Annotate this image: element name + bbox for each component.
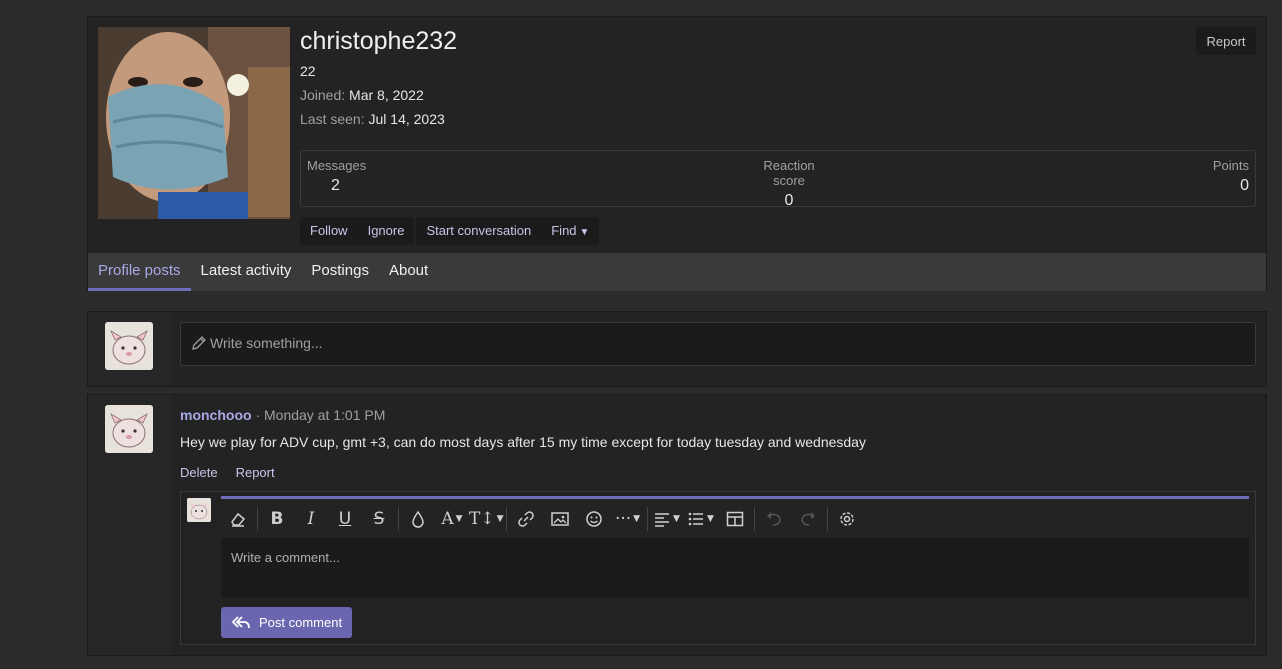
- toolbar-separator: [398, 507, 399, 531]
- profile-card: christophe232 22 Joined: Mar 8, 2022 Las…: [87, 16, 1267, 291]
- write-something-input[interactable]: Write something...: [180, 322, 1256, 366]
- start-conversation-button[interactable]: Start conversation: [416, 217, 541, 245]
- post-author-link[interactable]: monchooo: [180, 407, 252, 423]
- comment-editor: B I U S A ▼ T↕ ▼ ··· ▼ ▼ ▼ Write a comme…: [221, 496, 1249, 598]
- post-body: Hey we play for ADV cup, gmt +3, can do …: [180, 434, 866, 450]
- post-author-avatar[interactable]: [105, 405, 153, 453]
- stat-messages-value[interactable]: 2: [307, 177, 366, 195]
- toolbar-separator: [646, 507, 648, 531]
- tab-about[interactable]: About: [379, 253, 438, 291]
- post-comment-label: Post comment: [259, 615, 343, 630]
- redo-icon[interactable]: [791, 501, 825, 537]
- stat-messages-label: Messages: [307, 158, 367, 173]
- list-icon[interactable]: ▼: [684, 501, 718, 537]
- profile-joined: Joined: Mar 8, 2022: [300, 87, 424, 103]
- profile-avatar[interactable]: [98, 27, 290, 219]
- conversation-find-group: Start conversation Find ▼: [416, 217, 600, 245]
- table-icon[interactable]: [718, 501, 752, 537]
- profile-actions: Follow Ignore Start conversation Find ▼: [300, 217, 600, 245]
- current-user-avatar[interactable]: [105, 322, 153, 370]
- stat-reaction-label: Reaction score: [763, 158, 815, 188]
- bold-icon[interactable]: B: [260, 501, 294, 537]
- stat-reaction-value: 0: [784, 192, 794, 209]
- post-header: monchooo · Monday at 1:01 PM: [180, 407, 385, 423]
- gear-icon[interactable]: [830, 501, 864, 537]
- profile-tabs: Profile posts Latest activity Postings A…: [88, 253, 1266, 291]
- more-options-icon[interactable]: ··· ▼: [611, 501, 645, 537]
- tab-latest-activity[interactable]: Latest activity: [191, 253, 302, 291]
- delete-post-link[interactable]: Delete: [180, 465, 218, 480]
- align-icon[interactable]: ▼: [650, 501, 684, 537]
- profile-post: monchooo · Monday at 1:01 PM Hey we play…: [87, 394, 1267, 656]
- comment-form: B I U S A ▼ T↕ ▼ ··· ▼ ▼ ▼ Write a comme…: [180, 491, 1256, 645]
- pencil-icon: [192, 336, 206, 350]
- profile-stats: Messages 2 Reaction score 0 Points 0: [300, 150, 1256, 210]
- link-icon[interactable]: [509, 501, 543, 537]
- report-profile-button[interactable]: Report: [1196, 27, 1256, 55]
- undo-icon[interactable]: [757, 501, 791, 537]
- report-post-link[interactable]: Report: [236, 465, 275, 480]
- post-avatar-column: [88, 395, 171, 655]
- stat-points-label: Points: [1212, 158, 1249, 173]
- caret-down-icon: ▼: [579, 227, 590, 238]
- image-icon[interactable]: [543, 501, 577, 537]
- joined-label: Joined:: [300, 87, 346, 103]
- follow-button[interactable]: Follow: [300, 217, 358, 245]
- tab-profile-posts[interactable]: Profile posts: [88, 253, 191, 291]
- ignore-button[interactable]: Ignore: [358, 217, 415, 245]
- editor-toolbar: B I U S A ▼ T↕ ▼ ··· ▼ ▼ ▼: [221, 501, 1249, 537]
- post-timestamp[interactable]: · Monday at 1:01 PM: [255, 407, 385, 423]
- last-seen-value: Jul 14, 2023: [368, 111, 445, 127]
- last-seen-label: Last seen:: [300, 111, 365, 127]
- italic-icon[interactable]: I: [294, 501, 328, 537]
- follow-ignore-group: Follow Ignore: [300, 217, 415, 245]
- stat-points: Points 0: [1213, 158, 1249, 195]
- tab-postings[interactable]: Postings: [301, 253, 379, 291]
- profile-age: 22: [300, 63, 316, 79]
- writebox-avatar-column: [88, 312, 171, 386]
- reply-icon: [231, 615, 250, 628]
- comment-user-avatar: [187, 498, 211, 522]
- text-color-icon[interactable]: [401, 501, 435, 537]
- strikethrough-icon[interactable]: S: [362, 501, 396, 537]
- emoji-icon[interactable]: [577, 501, 611, 537]
- toolbar-separator: [257, 507, 258, 531]
- stat-reaction-score: Reaction score 0: [746, 158, 832, 210]
- underline-icon[interactable]: U: [328, 501, 362, 537]
- profile-last-seen: Last seen: Jul 14, 2023: [300, 111, 445, 127]
- comment-placeholder: Write a comment...: [231, 550, 340, 565]
- new-profile-post: Write something...: [87, 311, 1267, 387]
- post-actions: Delete Report: [180, 465, 293, 480]
- toolbar-separator: [753, 507, 755, 531]
- font-size-icon[interactable]: T↕ ▼: [469, 501, 504, 537]
- stat-messages: Messages 2: [307, 158, 366, 195]
- profile-username: christophe232: [300, 27, 458, 55]
- eraser-icon[interactable]: [221, 501, 255, 537]
- write-something-placeholder: Write something...: [210, 335, 323, 351]
- toolbar-separator: [505, 507, 507, 531]
- find-label: Find: [551, 223, 577, 238]
- toolbar-separator: [826, 507, 828, 531]
- stat-points-value[interactable]: 0: [1213, 177, 1249, 195]
- joined-value: Mar 8, 2022: [349, 87, 424, 103]
- font-family-icon[interactable]: A ▼: [435, 501, 469, 537]
- find-menu-button[interactable]: Find ▼: [541, 217, 599, 245]
- post-comment-button[interactable]: Post comment: [221, 607, 352, 638]
- comment-input[interactable]: Write a comment...: [221, 538, 1249, 598]
